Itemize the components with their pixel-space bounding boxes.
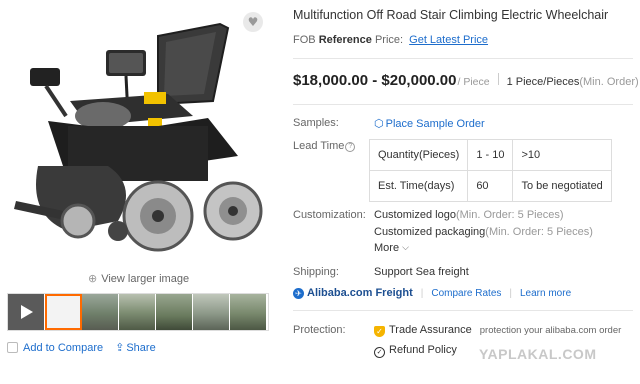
product-title: Multifunction Off Road Stair Climbing El… <box>293 8 609 22</box>
table-row: Est. Time(days) 60 To be negotiated <box>368 170 612 202</box>
site-watermark: YAPLAKAL.COM <box>479 346 597 362</box>
divider <box>293 104 633 105</box>
table-cell: Est. Time(days) <box>368 170 469 202</box>
trade-assurance-label: Trade Assurance <box>389 324 472 336</box>
divider: | <box>509 287 512 299</box>
customization-name: Customized packaging <box>374 226 486 238</box>
fob-price-label: Price: <box>374 34 404 46</box>
compare-rates-link[interactable]: Compare Rates <box>431 288 501 299</box>
freight-bar: ✈ Alibaba.com Freight | Compare Rates | … <box>293 287 571 299</box>
favorite-heart-icon[interactable]: ♥ <box>243 12 263 32</box>
trade-assurance-shield-icon: ✓ <box>374 326 385 337</box>
share-button[interactable]: ⇪ Share <box>115 341 156 354</box>
table-row: Quantity(Pieces) 1 - 10 >10 <box>368 139 612 171</box>
view-larger-label: View larger image <box>101 272 190 285</box>
thumbnail-scene-2[interactable] <box>119 294 156 330</box>
share-icon: ⇪ <box>115 341 125 354</box>
place-sample-order-label: Place Sample Order <box>385 118 485 130</box>
trade-assurance-note: protection your alibaba.com order <box>479 325 622 336</box>
lead-time-text: Lead Time <box>293 140 345 152</box>
add-to-compare-link[interactable]: Add to Compare <box>23 342 103 354</box>
divider: | <box>420 287 424 299</box>
table-cell: 1 - 10 <box>467 139 514 171</box>
customization-name: Customized logo <box>374 209 456 221</box>
thumbnail-strip <box>7 293 269 331</box>
view-larger-image-link[interactable]: ⊕ View larger image <box>88 272 189 285</box>
protection-label: Protection: <box>293 324 346 336</box>
video-thumbnail[interactable] <box>8 294 45 330</box>
more-label: More <box>374 242 400 254</box>
customization-more-toggle[interactable]: More ⌵ <box>374 242 409 254</box>
divider <box>293 310 633 311</box>
thumbnail-scene-1[interactable] <box>82 294 119 330</box>
fob-reference: Reference <box>318 34 372 46</box>
divider <box>293 58 633 59</box>
min-order-note: (Min. Order) <box>579 76 639 88</box>
thumbnail-wheelchair[interactable] <box>45 294 82 330</box>
place-sample-order-link[interactable]: ⬡ Place Sample Order <box>374 117 485 130</box>
customization-item: Customized packaging(Min. Order: 5 Piece… <box>374 226 593 238</box>
gallery-actions: Add to Compare ⇪ Share <box>7 341 156 354</box>
min-order-value: 1 Piece/Pieces <box>506 76 580 88</box>
share-label: Share <box>126 341 156 354</box>
help-icon[interactable]: ? <box>345 142 356 152</box>
refund-policy-label: Refund Policy <box>389 344 457 356</box>
shipping-label: Shipping: <box>293 266 339 278</box>
samples-label: Samples: <box>293 117 339 129</box>
wheelchair-illustration <box>14 22 263 252</box>
price-row: $18,000.00 - $20,000.00 / Piece 1 Piece/… <box>293 72 639 89</box>
table-cell: Quantity(Pieces) <box>368 139 469 171</box>
cube-icon: ⬡ <box>374 117 384 130</box>
product-main-image[interactable] <box>8 6 268 262</box>
gallery-panel: ♥ ⊕ View larger image Add to Compare ⇪ S… <box>0 0 272 384</box>
thumbnail-scene-5[interactable] <box>230 294 267 330</box>
shipping-value: Support Sea freight <box>374 266 469 278</box>
fob-line: FOB Reference Price: Get Latest Price <box>293 34 488 46</box>
fob-prefix: FOB <box>293 34 316 46</box>
chevron-down-icon: ⌵ <box>402 243 409 253</box>
customization-note: (Min. Order: 5 Pieces) <box>485 226 593 238</box>
alibaba-freight-logo-icon: ✈ <box>293 287 304 299</box>
thumbnail-scene-4[interactable] <box>193 294 230 330</box>
table-cell: To be negotiated <box>512 170 612 202</box>
check-circle-icon: ✓ <box>374 347 385 358</box>
product-info-panel: Multifunction Off Road Stair Climbing El… <box>293 0 640 384</box>
table-cell: 60 <box>467 170 514 202</box>
customization-item: Customized logo(Min. Order: 5 Pieces) <box>374 209 564 221</box>
thumbnail-scene-3[interactable] <box>156 294 193 330</box>
min-order: 1 Piece/Pieces(Min. Order) <box>507 76 639 88</box>
compare-checkbox[interactable] <box>7 342 18 353</box>
divider <box>497 73 499 85</box>
play-icon <box>21 305 33 319</box>
learn-more-link[interactable]: Learn more <box>520 288 571 299</box>
table-cell: >10 <box>512 139 612 171</box>
price-range: $18,000.00 - $20,000.00 <box>293 72 457 89</box>
customization-label: Customization: <box>293 209 366 221</box>
refund-policy[interactable]: ✓ Refund Policy <box>374 344 457 358</box>
lead-time-table: Quantity(Pieces) 1 - 10 >10 Est. Time(da… <box>368 139 612 202</box>
get-latest-price-link[interactable]: Get Latest Price <box>409 34 488 46</box>
customization-note: (Min. Order: 5 Pieces) <box>455 209 564 221</box>
freight-name: Alibaba.com Freight <box>307 287 413 299</box>
price-unit: / Piece <box>457 76 490 88</box>
trade-assurance[interactable]: ✓ Trade Assurance protection your alibaba.… <box>374 324 621 337</box>
zoom-icon: ⊕ <box>88 272 98 285</box>
lead-time-label: Lead Time? <box>293 140 356 152</box>
